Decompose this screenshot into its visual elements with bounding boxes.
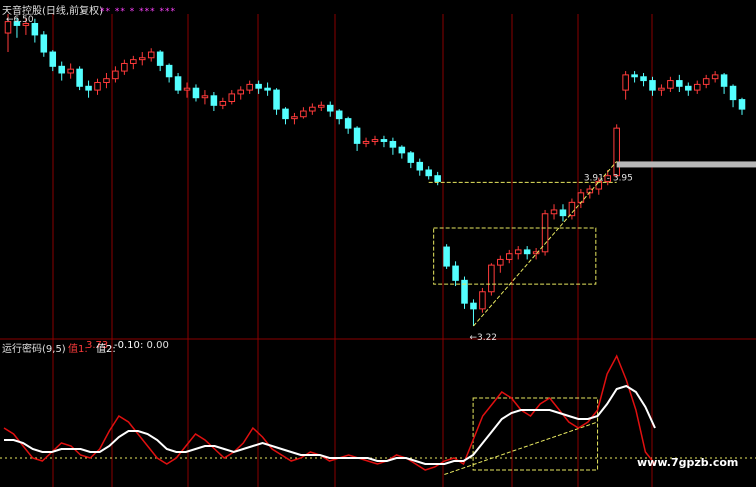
- candle-body-81: [729, 85, 737, 101]
- candle-body-25: [228, 93, 236, 103]
- candle-body-6: [58, 65, 65, 74]
- candle-body-14: [130, 59, 137, 64]
- candle-body-10: [94, 81, 101, 91]
- candle-body-77: [693, 83, 701, 91]
- candle-body-74: [667, 80, 674, 89]
- candle-body-76: [685, 85, 692, 91]
- candle-body-33: [300, 110, 307, 118]
- candle-body-50: [452, 265, 459, 281]
- candle-body-44: [398, 146, 406, 154]
- candle-body-48: [434, 175, 441, 182]
- candle-body-82: [738, 99, 746, 110]
- candle-body-29: [264, 87, 271, 91]
- candle-body-47: [425, 169, 432, 177]
- candle-body-72: [649, 80, 656, 91]
- candle-body-45: [407, 152, 415, 163]
- chart-title: 天音控股(日线,前复权): [2, 6, 103, 17]
- indicator-v3-value: : 0.00: [140, 340, 169, 351]
- candle-body-3: [31, 23, 39, 36]
- candle-body-15: [138, 57, 146, 61]
- candle-body-30: [273, 89, 280, 110]
- candle-body-75: [676, 80, 683, 87]
- candle-body-68: [613, 127, 620, 177]
- candle-body-18: [165, 64, 173, 78]
- candle-body-9: [85, 85, 92, 91]
- candle-body-80: [720, 74, 728, 87]
- candle-body-54: [488, 264, 495, 293]
- candle-body-71: [640, 76, 647, 82]
- candle-body-23: [210, 95, 218, 106]
- chart-stage: ←6.50 ←3.22 3.91 - 3.95 天音控股(日线,前复权) ** **…: [0, 0, 756, 487]
- candle-body-52: [470, 302, 477, 310]
- candle-body-42: [380, 139, 388, 142]
- candle-body-8: [76, 68, 83, 87]
- candle-body-37: [335, 110, 343, 120]
- candle-body-55: [497, 258, 504, 266]
- candle-body-16: [147, 51, 155, 59]
- candle-body-11: [103, 78, 110, 83]
- indicator-v2-value: -0.10: [114, 340, 140, 351]
- candle-body-13: [121, 62, 128, 72]
- candle-body-62: [559, 209, 567, 217]
- candle-body-21: [192, 87, 200, 99]
- candle-body-39: [353, 127, 361, 144]
- candle-body-53: [479, 291, 486, 310]
- indicator-name: 运行密码(9,5): [2, 344, 66, 355]
- candle-body-4: [40, 34, 48, 53]
- candle-body-61: [550, 209, 558, 215]
- candle-body-40: [362, 140, 370, 144]
- trend-line: [473, 161, 618, 327]
- candle-body-63: [568, 201, 576, 217]
- candle-body-26: [237, 89, 245, 95]
- watermark: www.7gpzb.com: [637, 456, 739, 469]
- resistance-band: [616, 161, 756, 168]
- candle-body-56: [505, 253, 513, 260]
- candle-body-19: [174, 76, 182, 91]
- candle-body-38: [344, 118, 352, 129]
- candle-body-46: [416, 161, 424, 171]
- stock-chart: ←6.50←3.223.91 - 3.95: [0, 14, 756, 487]
- range-label: 3.91 - 3.95: [584, 173, 633, 183]
- candle-body-69: [622, 74, 629, 91]
- candle-body-41: [371, 139, 379, 142]
- indicator-v2-label: 值2:: [96, 344, 116, 355]
- candle-body-35: [318, 104, 325, 108]
- candle-body-27: [246, 83, 253, 91]
- signal-stars: ** ** * *** ***: [100, 7, 176, 17]
- candle-body-31: [282, 108, 289, 120]
- candle-body-60: [541, 213, 549, 253]
- candle-body-5: [49, 51, 57, 67]
- indicator-trend-line: [444, 421, 598, 475]
- candle-body-7: [67, 68, 74, 74]
- candle-body-12: [112, 70, 119, 80]
- candle-body-36: [326, 104, 334, 112]
- indicator-v1-label: 值1:: [68, 344, 88, 355]
- candle-body-22: [201, 95, 209, 99]
- candle-body-64: [577, 192, 585, 203]
- candle-body-49: [443, 246, 450, 267]
- low-label: ←3.22: [469, 333, 497, 343]
- candle-body-58: [523, 249, 531, 255]
- candle-body-17: [156, 51, 164, 66]
- candle-body-28: [255, 83, 262, 89]
- candle-body-57: [514, 249, 522, 255]
- candle-body-79: [711, 74, 719, 80]
- candle-body-78: [702, 78, 710, 85]
- candle-body-34: [309, 106, 316, 112]
- candle-body-43: [389, 140, 397, 148]
- candle-body-32: [291, 116, 298, 120]
- candle-body-70: [631, 74, 638, 78]
- candle-body-20: [183, 87, 191, 91]
- candle-body-73: [658, 87, 665, 91]
- candle-body-24: [219, 101, 227, 106]
